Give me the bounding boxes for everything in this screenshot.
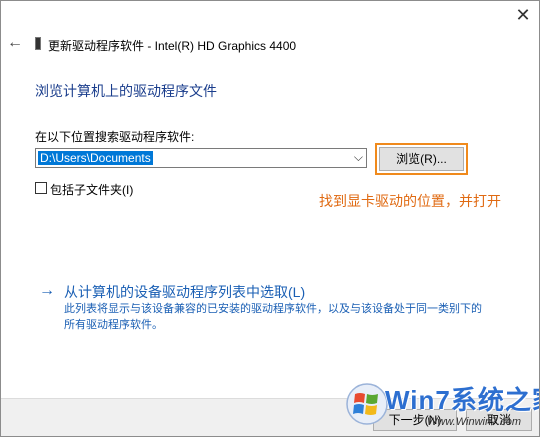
browse-highlight-frame: 浏览(R)... — [375, 143, 468, 175]
browse-button[interactable]: 浏览(R)... — [379, 147, 464, 171]
windows-logo-icon — [346, 383, 388, 425]
site-watermark: Win7系统之家 Www.Winwin7.com — [341, 376, 539, 434]
window-title: 更新驱动程序软件 - Intel(R) HD Graphics 4400 — [48, 39, 297, 53]
pick-from-list-description: 此列表将显示与该设备兼容的已安装的驱动程序软件，以及与该设备处于同一类别下的所有… — [64, 303, 482, 331]
path-input-value[interactable]: D:\Users\Documents — [38, 151, 153, 165]
pick-from-list-link[interactable]: 从计算机的设备驱动程序列表中选取(L) — [64, 282, 305, 302]
watermark-text: Win7系统之家 — [385, 385, 539, 415]
watermark-url: Www.Winwin7.com — [427, 416, 522, 428]
close-icon[interactable]: ✕ — [513, 5, 533, 25]
annotation-text: 找到显卡驱动的位置，并打开 — [319, 193, 501, 209]
graphics-device-icon — [35, 37, 41, 50]
chevron-down-icon[interactable]: ⌵ — [354, 150, 363, 165]
search-location-label: 在以下位置搜索驱动程序软件: — [35, 130, 195, 144]
path-combobox[interactable]: D:\Users\Documents ⌵ — [35, 148, 367, 168]
back-arrow-icon[interactable]: ← — [7, 35, 23, 51]
page-heading: 浏览计算机上的驱动程序文件 — [35, 83, 217, 99]
include-subfolders-label[interactable]: 包括子文件夹(I) — [50, 181, 133, 198]
arrow-right-icon[interactable]: → — [39, 282, 55, 300]
driver-update-window: ✕ ← 更新驱动程序软件 - Intel(R) HD Graphics 4400… — [0, 0, 540, 437]
include-subfolders-checkbox[interactable] — [35, 182, 47, 194]
